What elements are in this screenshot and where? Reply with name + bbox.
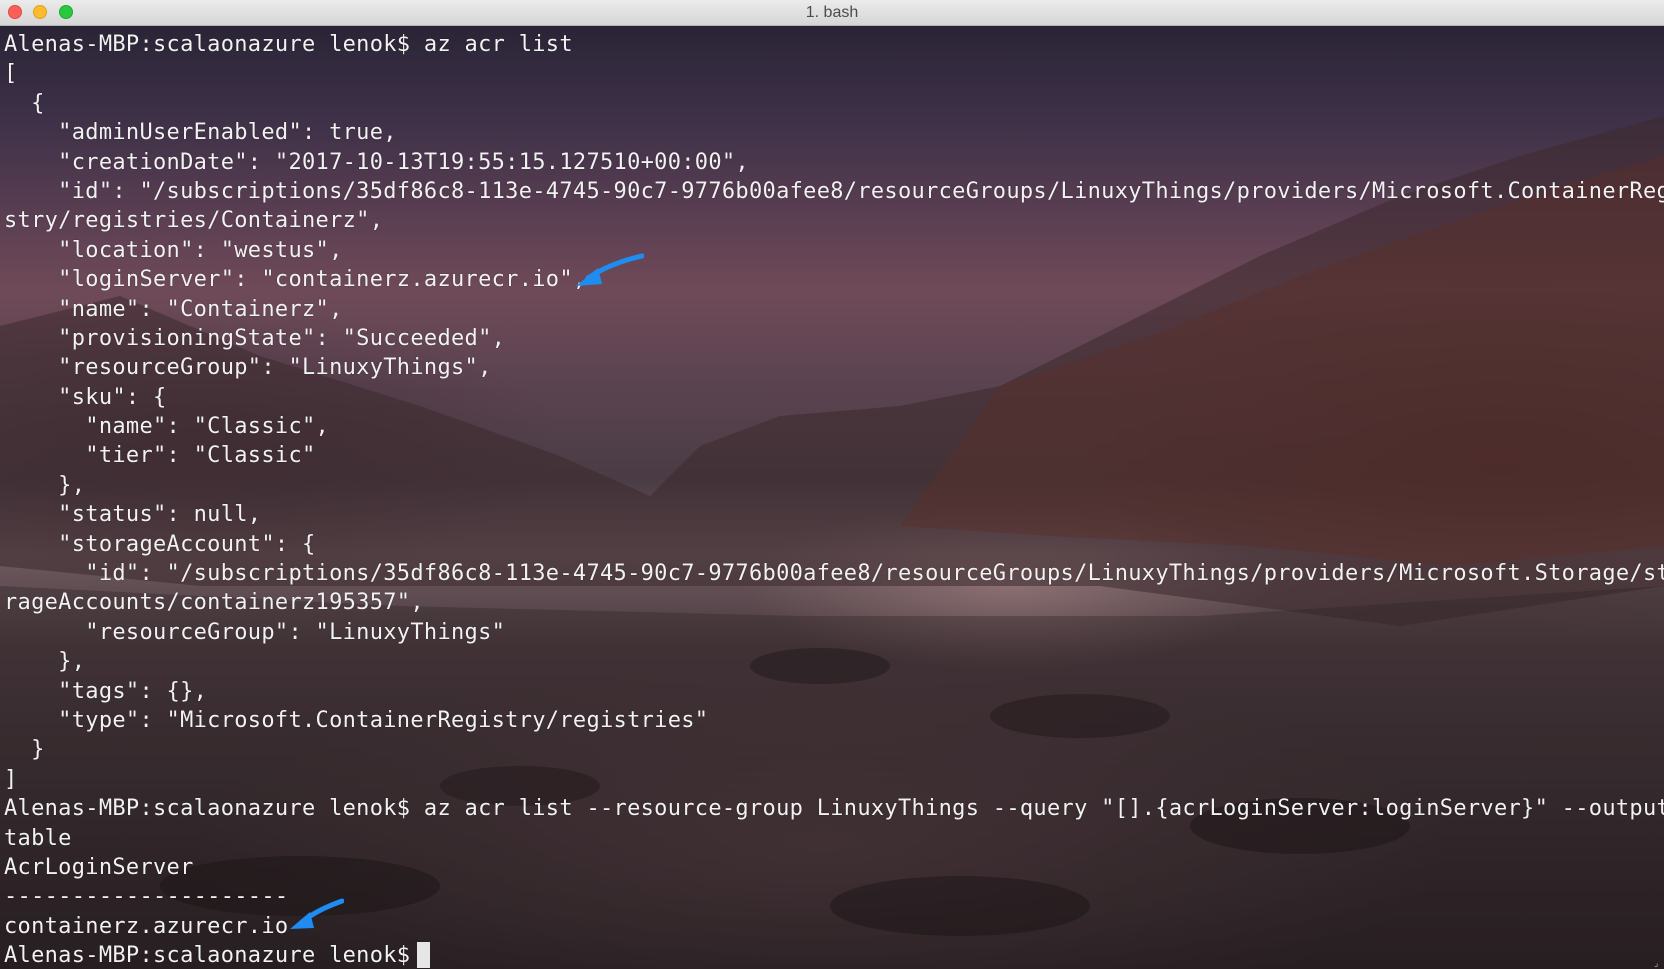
terminal-output-line: "sku": { xyxy=(4,384,167,410)
terminal-output-line: "name": "Containerz", xyxy=(4,296,343,322)
terminal-output-line: AcrLoginServer xyxy=(4,854,194,880)
terminal-output-line: }, xyxy=(4,649,86,675)
terminal-output-line: "status": null, xyxy=(4,502,262,528)
terminal-output-line: "resourceGroup": "LinuxyThings", xyxy=(4,355,492,381)
terminal-output-line: [ xyxy=(4,61,18,87)
terminal-output-area[interactable]: Alenas-MBP:scalaonazure lenok$ az acr li… xyxy=(0,26,1664,969)
terminal-output-line: } xyxy=(4,737,45,763)
terminal-output-line: "location": "westus", xyxy=(4,237,343,263)
terminal-output-line: ] xyxy=(4,766,18,792)
title-bar[interactable]: 1. bash xyxy=(0,0,1664,26)
terminal-output-line: stry/registries/Containerz", xyxy=(4,208,384,234)
terminal-output-line: }, xyxy=(4,472,86,498)
terminal-window: 1. bash Alenas-MBP:scalaonazure lenok$ a… xyxy=(0,0,1664,969)
terminal-output-line: --------------------- xyxy=(4,884,289,910)
terminal-output-line: "name": "Classic", xyxy=(4,414,330,440)
terminal-cursor xyxy=(417,942,430,968)
terminal-output-line: "storageAccount": { xyxy=(4,531,316,557)
window-title: 1. bash xyxy=(805,4,859,21)
terminal-output-line: "adminUserEnabled": true, xyxy=(4,120,397,146)
terminal-output-line: { xyxy=(4,90,45,116)
terminal-output-line: "id": "/subscriptions/35df86c8-113e-4745… xyxy=(4,178,1664,204)
terminal-output-line: "resourceGroup": "LinuxyThings" xyxy=(4,619,506,645)
terminal-output-line: rageAccounts/containerz195357", xyxy=(4,590,424,616)
terminal-output-line: "tags": {}, xyxy=(4,678,208,704)
terminal-prompt-line: Alenas-MBP:scalaonazure lenok$ az acr li… xyxy=(4,32,573,57)
resize-grip-icon[interactable]: ⌟ xyxy=(1654,959,1664,969)
terminal-lines: Alenas-MBP:scalaonazure lenok$ az acr li… xyxy=(4,30,1664,969)
terminal-output-line: "provisioningState": "Succeeded", xyxy=(4,325,506,351)
annotation-arrow-icon xyxy=(576,253,644,286)
terminal-output-line: containerz.azurecr.io xyxy=(4,913,289,939)
terminal-output-line: "type": "Microsoft.ContainerRegistry/reg… xyxy=(4,707,709,733)
terminal-prompt-line: Alenas-MBP:scalaonazure lenok$ xyxy=(4,943,424,969)
terminal-output-line: "id": "/subscriptions/35df86c8-113e-4745… xyxy=(4,561,1664,587)
terminal-output-line: "tier": "Classic" xyxy=(4,443,316,469)
terminal-output-line: "creationDate": "2017-10-13T19:55:15.127… xyxy=(4,149,749,175)
annotation-arrow-icon xyxy=(290,898,344,929)
terminal-prompt-line: Alenas-MBP:scalaonazure lenok$ az acr li… xyxy=(4,796,1664,822)
terminal-output-line: table xyxy=(4,825,72,851)
terminal-output-line: "loginServer": "containerz.azurecr.io", xyxy=(4,267,587,293)
